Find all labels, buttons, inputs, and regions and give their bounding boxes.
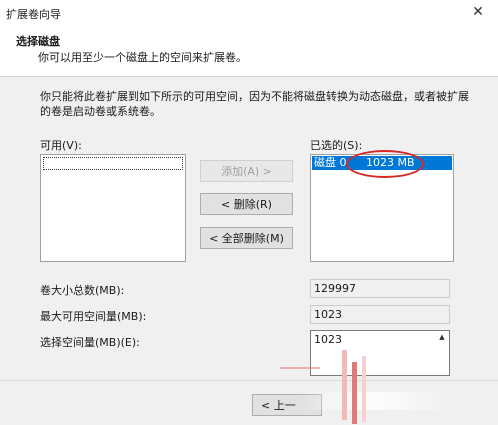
available-list[interactable] <box>40 154 186 262</box>
select-space-label: 选择空间量(MB)(E): <box>40 336 140 349</box>
title-bar: 扩展卷向导 ✕ <box>0 0 498 26</box>
page-subtitle: 你可以用至少一个磁盘上的空间来扩展卷。 <box>38 51 247 64</box>
selected-disk-name: 磁盘 0 <box>314 156 347 169</box>
selected-label: 已选的(S): <box>310 139 363 152</box>
select-space-spinner[interactable]: 1023 ▲ <box>310 330 450 376</box>
wizard-header: 选择磁盘 你可以用至少一个磁盘上的空间来扩展卷。 <box>0 26 498 77</box>
max-space-value: 1023 <box>310 305 450 324</box>
wizard-footer: < 上一 <box>0 380 498 425</box>
window-title: 扩展卷向导 <box>6 8 61 21</box>
annotation-circle <box>346 150 424 178</box>
close-icon[interactable]: ✕ <box>458 0 498 24</box>
available-label: 可用(V): <box>40 139 82 152</box>
page-title: 选择磁盘 <box>16 35 60 48</box>
remove-all-button[interactable]: < 全部删除(M) <box>200 227 293 249</box>
list-focus-rect <box>43 157 183 170</box>
total-size-value: 129997 <box>310 279 450 298</box>
add-button[interactable]: 添加(A) > <box>200 160 293 182</box>
max-space-label: 最大可用空间量(MB): <box>40 310 147 323</box>
remove-button[interactable]: < 删除(R) <box>200 193 293 215</box>
back-button[interactable]: < 上一 <box>252 394 322 416</box>
spin-up-icon[interactable]: ▲ <box>436 332 448 342</box>
total-size-label: 卷大小总数(MB): <box>40 284 125 297</box>
description-text: 你只能将此卷扩展到如下所示的可用空间，因为不能将磁盘转换为动态磁盘，或者被扩展的… <box>40 90 469 118</box>
select-space-value: 1023 <box>314 333 342 346</box>
